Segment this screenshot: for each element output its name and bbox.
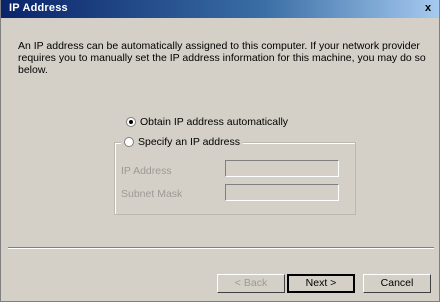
specify-ip-option[interactable]: Specify an IP address [121, 136, 243, 148]
button-separator [8, 247, 434, 249]
description-text: An IP address can be automatically assig… [18, 40, 426, 76]
ip-address-label: IP Address [121, 165, 172, 177]
subnet-mask-input[interactable] [225, 184, 339, 201]
cancel-button[interactable]: Cancel [363, 274, 431, 293]
specify-ip-label: Specify an IP address [138, 136, 240, 148]
ip-address-input[interactable] [225, 160, 339, 177]
obtain-automatically-option[interactable]: Obtain IP address automatically [126, 116, 288, 128]
next-button[interactable]: Next > [287, 274, 355, 293]
back-button[interactable]: < Back [217, 274, 285, 293]
ip-address-dialog: IP Address x An IP address can be automa… [0, 0, 440, 302]
obtain-automatically-radio[interactable] [126, 117, 136, 127]
title-bar[interactable]: IP Address x [1, 0, 439, 18]
specify-ip-radio[interactable] [124, 137, 134, 147]
close-button[interactable]: x [421, 2, 435, 15]
specify-ip-group [114, 142, 356, 215]
subnet-mask-label: Subnet Mask [121, 188, 183, 200]
obtain-automatically-label: Obtain IP address automatically [140, 116, 289, 128]
window-title: IP Address [9, 2, 68, 14]
